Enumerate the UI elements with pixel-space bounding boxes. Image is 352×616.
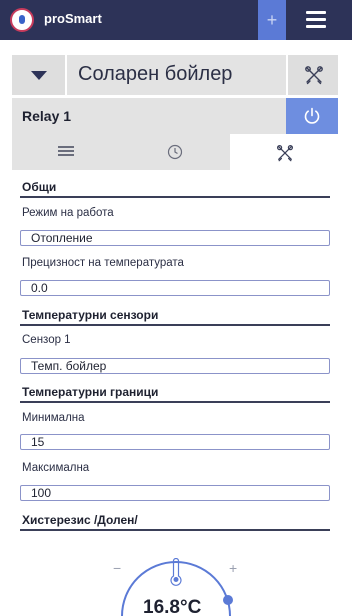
mode-label: Режим на работа <box>22 207 114 219</box>
sensor1-label: Сензор 1 <box>22 334 71 346</box>
section-general-title: Общи <box>22 180 57 194</box>
clock-icon <box>167 144 183 160</box>
tools-icon <box>276 144 294 162</box>
min-label: Минимална <box>22 412 85 424</box>
thermometer-icon <box>170 558 182 586</box>
top-bar: proSmart + <box>0 0 352 40</box>
max-field[interactable]: 100 <box>20 485 330 501</box>
section-divider <box>20 529 330 531</box>
device-header: Соларен бойлер <box>12 55 338 95</box>
device-dropdown-button[interactable] <box>12 55 67 95</box>
brand-name: proSmart <box>44 11 102 26</box>
section-hysteresis-title: Хистерезис /Долен/ <box>22 513 138 527</box>
tab-list[interactable] <box>12 134 121 170</box>
tab-settings[interactable] <box>230 134 339 170</box>
mode-select[interactable]: Отопление <box>20 230 330 246</box>
section-divider <box>20 324 330 326</box>
max-label: Максимална <box>22 462 90 474</box>
increase-button[interactable]: + <box>229 560 237 576</box>
sensor1-select[interactable]: Темп. бойлер <box>20 358 330 374</box>
relay-name: Relay 1 <box>22 108 72 124</box>
tab-bar <box>12 134 339 170</box>
precision-label: Прецизност на температурата <box>22 257 184 269</box>
device-title: Соларен бойлер <box>78 63 233 85</box>
logo-icon <box>10 8 34 32</box>
section-sensors-title: Температурни сензори <box>22 308 159 322</box>
section-limits-title: Температурни граници <box>22 385 159 399</box>
hamburger-menu-icon[interactable] <box>296 0 336 40</box>
power-toggle-button[interactable] <box>286 98 338 134</box>
add-button[interactable]: + <box>258 0 286 40</box>
temperature-readout: 16.8°C <box>143 597 202 616</box>
tab-schedule[interactable] <box>121 134 230 170</box>
power-icon <box>304 107 320 124</box>
gauge-handle[interactable] <box>223 595 233 605</box>
caret-down-icon <box>31 71 47 80</box>
relay-bar: Relay 1 <box>12 98 338 134</box>
section-divider <box>20 401 330 403</box>
list-icon <box>58 146 74 156</box>
min-field[interactable]: 15 <box>20 434 330 450</box>
section-divider <box>20 196 330 198</box>
decrease-button[interactable]: − <box>113 560 121 576</box>
tools-icon <box>305 66 323 85</box>
device-settings-button[interactable] <box>286 55 338 95</box>
precision-field[interactable]: 0.0 <box>20 280 330 296</box>
